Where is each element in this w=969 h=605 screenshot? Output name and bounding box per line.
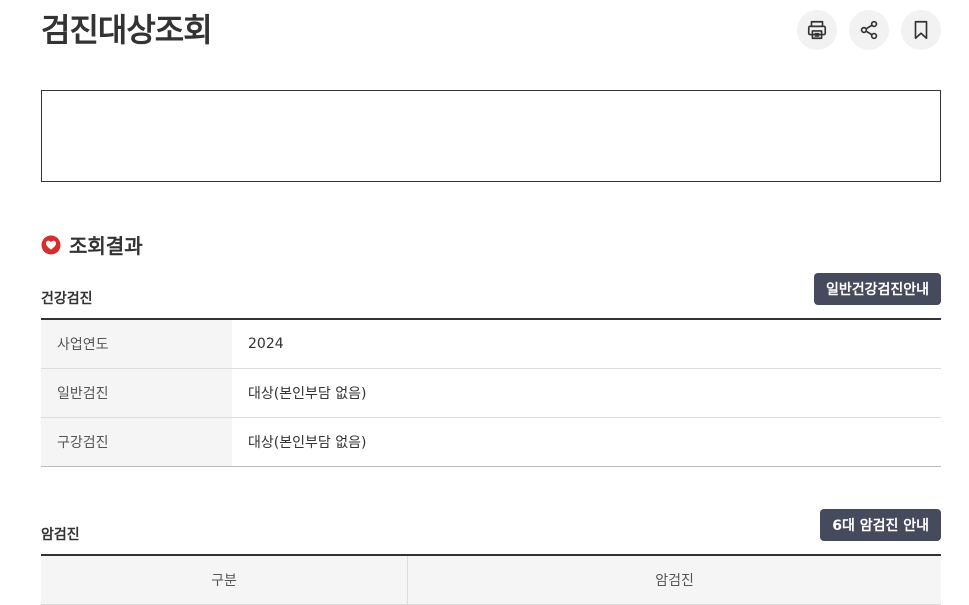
row-value: 대상(본인부담 없음) — [232, 368, 941, 418]
column-header-category: 구분 — [41, 555, 408, 605]
table-row: 구강검진 대상(본인부담 없음) — [41, 417, 941, 467]
health-checkup-table: 사업연도 2024 일반검진 대상(본인부담 없음) 구강검진 대상(본인부담 … — [41, 318, 941, 467]
row-label: 사업연도 — [41, 319, 232, 369]
row-value: 2024 — [232, 319, 941, 369]
heart-icon — [41, 235, 61, 254]
row-label: 일반검진 — [41, 368, 232, 418]
page-title: 검진대상조회 — [41, 11, 213, 49]
toolbar — [797, 10, 941, 50]
column-header-cancer: 암검진 — [407, 555, 941, 605]
print-icon — [807, 20, 827, 40]
share-button[interactable] — [849, 10, 889, 50]
print-button[interactable] — [797, 10, 837, 50]
table-row: 일반검진 대상(본인부담 없음) — [41, 368, 941, 418]
share-icon — [860, 20, 878, 40]
cancer-checkup-table: 구분 암검진 — [41, 554, 941, 605]
health-checkup-subtitle: 건강검진 — [41, 291, 93, 307]
row-label: 구강검진 — [41, 417, 232, 467]
table-header-row: 구분 암검진 — [41, 555, 941, 605]
search-form-box — [41, 90, 941, 182]
table-row: 사업연도 2024 — [41, 319, 941, 369]
bookmark-button[interactable] — [901, 10, 941, 50]
cancer-checkup-guide-button[interactable]: 6대 암검진 안내 — [820, 509, 941, 541]
general-checkup-guide-button[interactable]: 일반건강검진안내 — [813, 273, 941, 305]
cancer-checkup-subtitle: 암검진 — [41, 527, 80, 543]
row-value: 대상(본인부담 없음) — [232, 417, 941, 467]
bookmark-icon — [914, 20, 928, 40]
section-title-text: 조회결과 — [69, 234, 143, 258]
result-section-title: 조회결과 — [41, 230, 143, 259]
